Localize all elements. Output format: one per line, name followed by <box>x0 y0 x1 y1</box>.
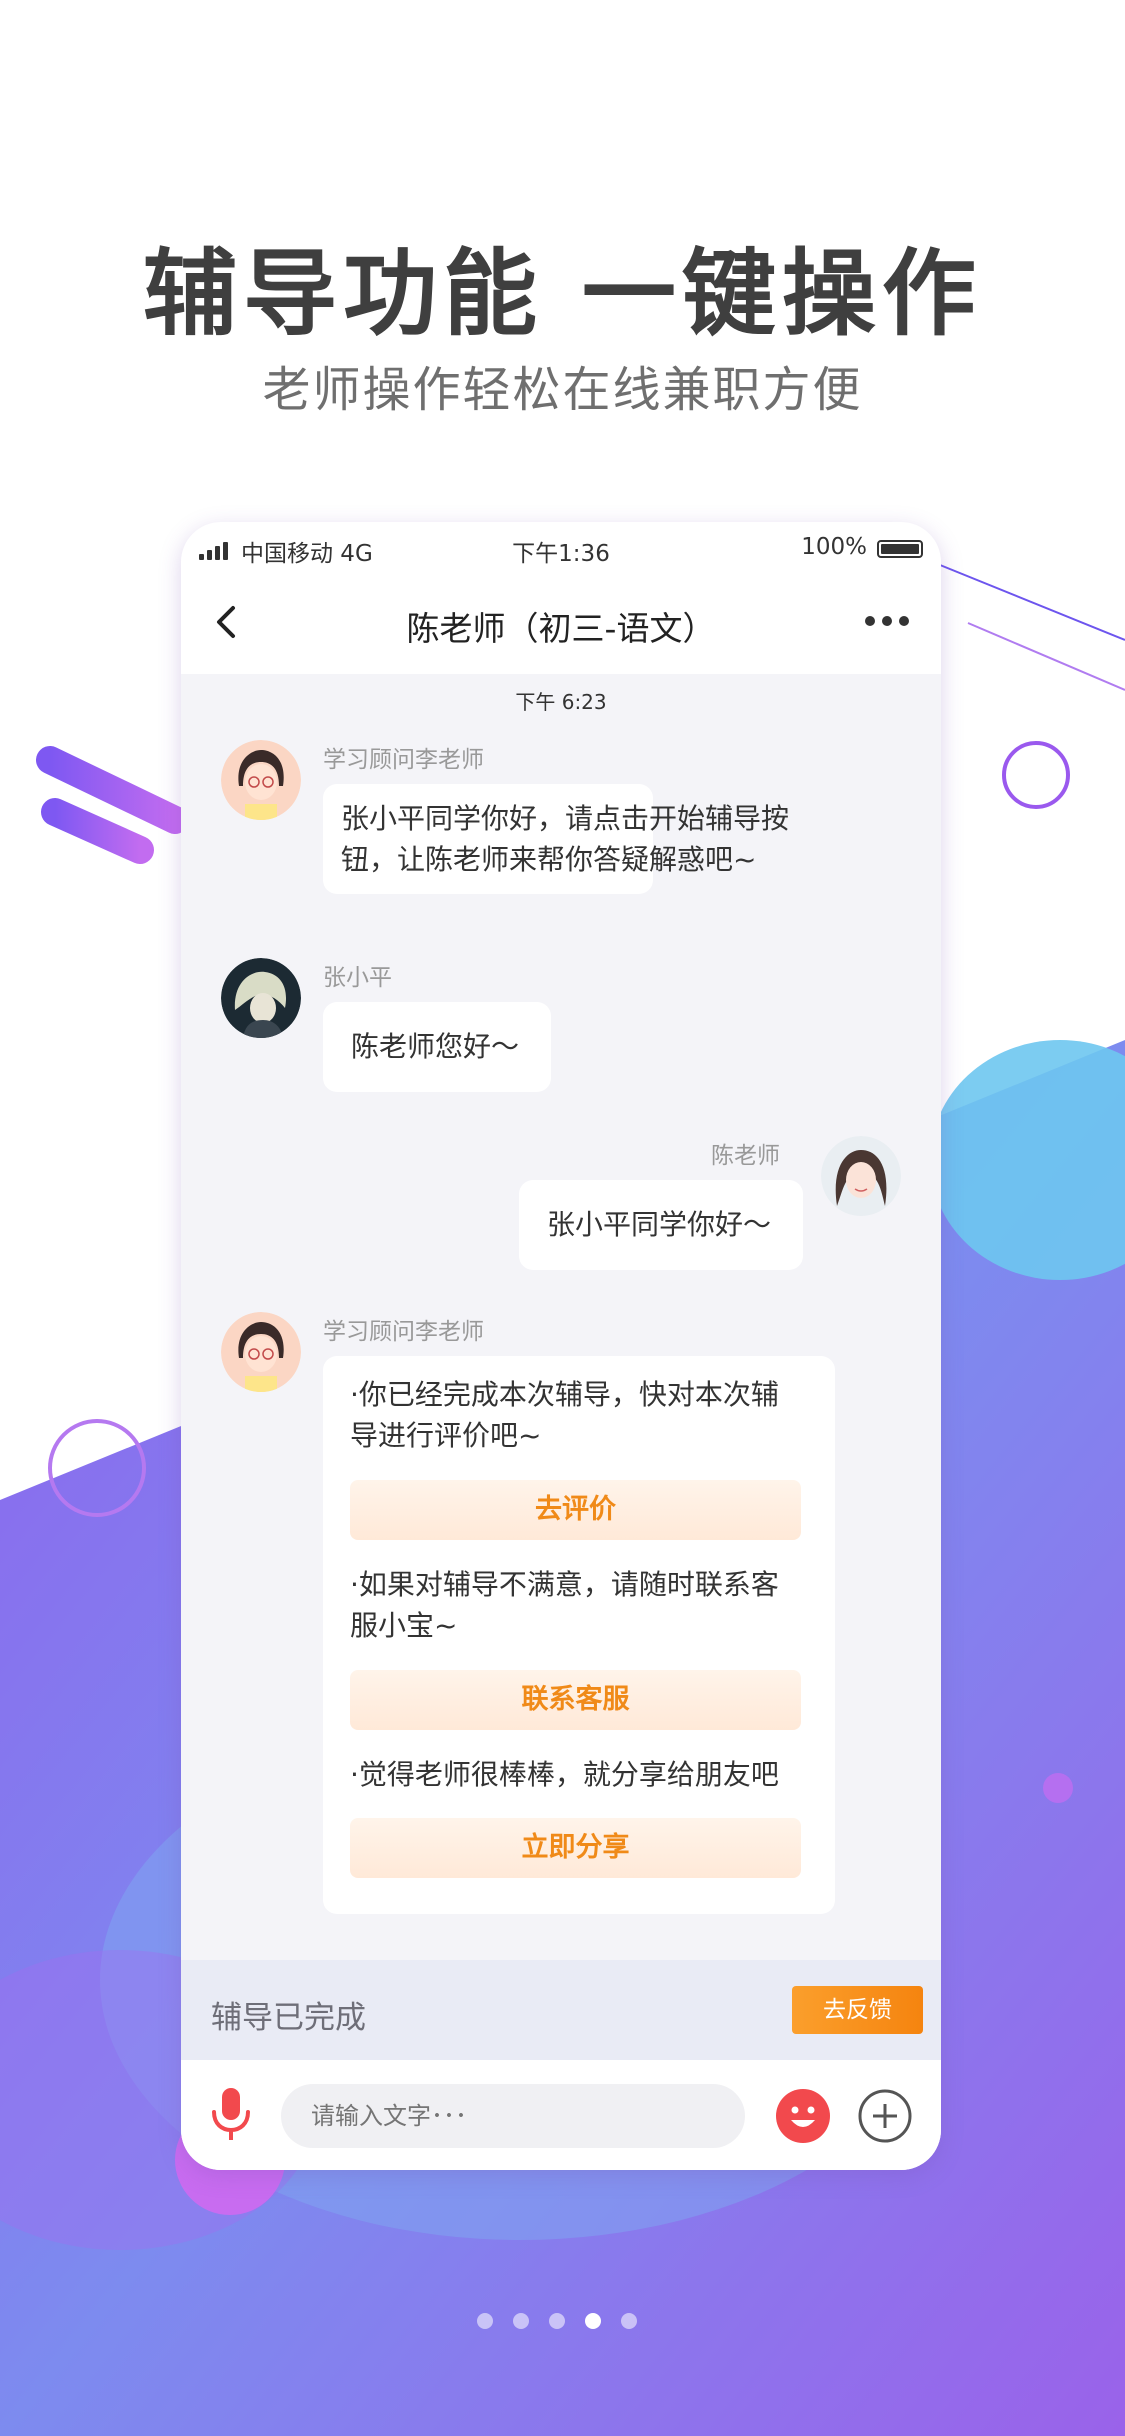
message-bubble: 陈老师您好～ <box>323 1002 551 1092</box>
message-text: 服小宝~ <box>350 1609 458 1642</box>
session-status-bar: 辅导已完成 去反馈 <box>181 1960 941 2060</box>
phone-mockup: 中国移动 4G 下午1:36 100% 陈老师（初三-语文） 下午 6:23 学… <box>181 522 941 2170</box>
message-text: ·觉得老师很棒棒，就分享给朋友吧 <box>350 1758 779 1791</box>
avatar-advisor <box>221 1312 301 1392</box>
card-item-text: ·你已经完成本次辅导，快对本次辅 导进行评价吧~ <box>350 1374 779 1456</box>
feedback-button[interactable]: 去反馈 <box>792 1986 923 2034</box>
share-button[interactable]: 立即分享 <box>350 1818 801 1878</box>
nav-bar: 陈老师（初三-语文） <box>181 572 941 674</box>
message-text: ·你已经完成本次辅导，快对本次辅 <box>350 1378 779 1411</box>
avatar-advisor <box>221 740 301 820</box>
more-options-icon[interactable] <box>865 616 909 628</box>
card-item-text: ·如果对辅导不满意，请随时联系客 服小宝~ <box>350 1564 779 1646</box>
message-text: 张小平同学你好，请点击开始辅导按 <box>341 802 790 835</box>
session-status-text: 辅导已完成 <box>211 2000 366 2036</box>
add-icon[interactable] <box>857 2088 913 2144</box>
sender-name: 陈老师 <box>711 1143 780 1169</box>
message-text: 导进行评价吧~ <box>350 1419 542 1452</box>
rate-button[interactable]: 去评价 <box>350 1480 801 1540</box>
headline: 辅导功能 一键操作 <box>143 239 982 349</box>
message-input[interactable] <box>281 2084 745 2148</box>
sender-name: 学习顾问李老师 <box>323 747 484 773</box>
sender-name: 学习顾问李老师 <box>323 1319 484 1345</box>
avatar-student <box>221 958 301 1038</box>
message-text: 钮，让陈老师来帮你答疑解惑吧~ <box>341 843 757 876</box>
page-dot[interactable] <box>621 2313 637 2329</box>
page-dot-active[interactable] <box>585 2313 601 2329</box>
page-dot[interactable] <box>549 2313 565 2329</box>
microphone-icon[interactable] <box>207 2086 255 2142</box>
message-text: 张小平同学你好～ <box>547 1208 772 1241</box>
page-dot[interactable] <box>513 2313 529 2329</box>
status-bar: 中国移动 4G 下午1:36 100% <box>181 522 941 572</box>
contact-service-button[interactable]: 联系客服 <box>350 1670 801 1730</box>
message-text: ·如果对辅导不满意，请随时联系客 <box>350 1568 779 1601</box>
battery-percent: 100% <box>801 534 867 560</box>
avatar-teacher <box>821 1136 901 1216</box>
subheadline: 老师操作轻松在线兼职方便 <box>262 362 863 418</box>
message-bubble: 张小平同学你好，请点击开始辅导按 钮，让陈老师来帮你答疑解惑吧~ <box>323 784 790 894</box>
card-item-text: ·觉得老师很棒棒，就分享给朋友吧 <box>350 1754 779 1795</box>
page-indicator <box>477 2313 649 2331</box>
message-bubble: 张小平同学你好～ <box>519 1180 803 1270</box>
battery-icon <box>877 540 923 558</box>
chat-title: 陈老师（初三-语文） <box>406 609 716 648</box>
input-bar <box>181 2060 941 2170</box>
page-dot[interactable] <box>477 2313 493 2329</box>
message-text: 陈老师您好～ <box>351 1030 520 1063</box>
action-card: ·你已经完成本次辅导，快对本次辅 导进行评价吧~ 去评价 ·如果对辅导不满意，请… <box>323 1356 835 1914</box>
chat-timestamp: 下午 6:23 <box>515 690 607 714</box>
sender-name: 张小平 <box>323 965 392 991</box>
emoji-icon[interactable] <box>775 2088 831 2144</box>
